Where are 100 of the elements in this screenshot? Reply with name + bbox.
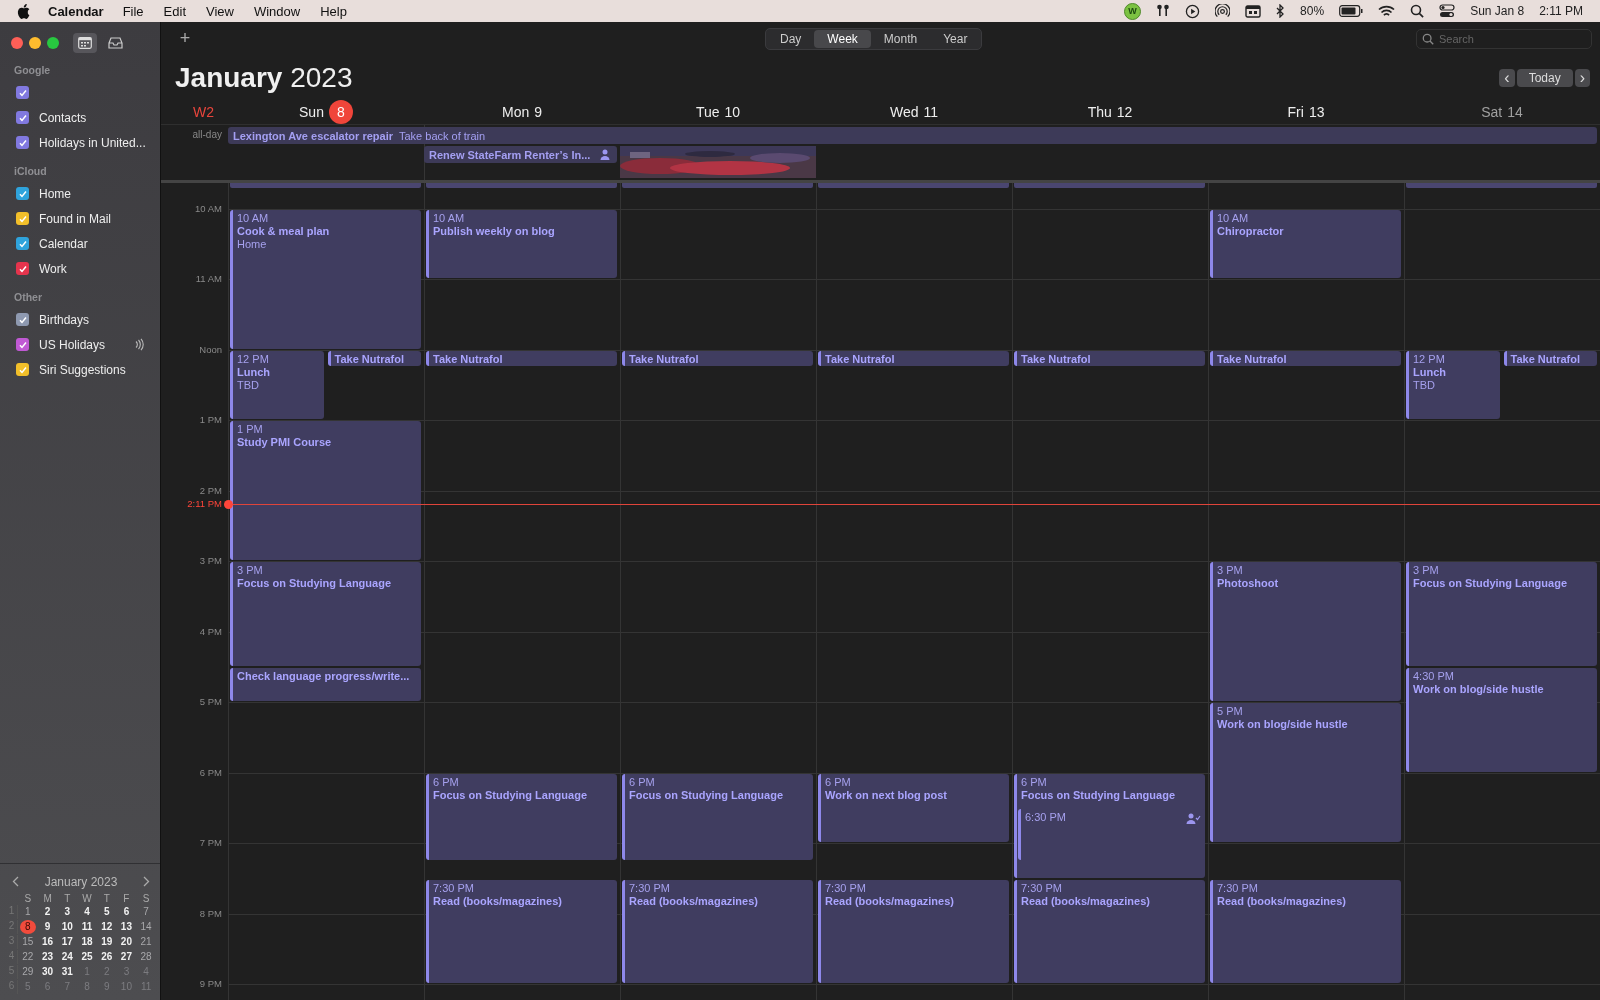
mini-calendar-day[interactable]: 6 (118, 905, 135, 919)
mini-calendar-day[interactable]: 9 (39, 920, 56, 934)
calendar-checkbox[interactable] (16, 187, 29, 200)
menu-item[interactable]: File (122, 3, 144, 19)
calendar-checkbox[interactable] (16, 136, 29, 149)
play-icon[interactable] (1185, 3, 1201, 19)
previous-week-button[interactable]: ‹ (1499, 68, 1515, 87)
search-field[interactable]: Search (1416, 28, 1592, 49)
calendar-checkbox[interactable] (16, 262, 29, 275)
mini-calendar-day[interactable]: 5 (98, 905, 115, 919)
minimize-button[interactable] (29, 37, 41, 49)
calendar-name[interactable]: Calendar (39, 236, 88, 251)
mini-calendar-day[interactable]: 28 (138, 950, 155, 964)
mini-calendar-day[interactable]: 25 (79, 950, 95, 964)
menu-item[interactable]: Help (320, 3, 347, 19)
calendar-event[interactable]: 5 PM Work on blog/side hustle (1210, 703, 1401, 843)
mini-calendar-day[interactable]: 11 (79, 920, 95, 934)
calendar-event[interactable]: 6 PM Focus on Studying Language (426, 773, 617, 860)
close-button[interactable] (11, 37, 23, 49)
battery-icon[interactable] (1339, 5, 1364, 17)
menu-item[interactable]: Edit (163, 3, 186, 19)
search-icon[interactable] (1410, 4, 1425, 18)
bluetooth-icon[interactable] (1276, 4, 1286, 18)
calendar-event[interactable]: 12 PM Lunch TBD (1406, 350, 1500, 420)
view-tab[interactable]: Week (814, 30, 871, 48)
mini-calendar-day[interactable]: 12 (98, 920, 115, 934)
mini-calendar-day[interactable]: 1 (19, 905, 36, 919)
calendar-name[interactable]: Contacts (39, 110, 87, 125)
today-button[interactable]: Today (1516, 68, 1573, 87)
mini-calendar-day[interactable]: 20 (118, 935, 135, 949)
mini-calendar-day[interactable]: 30 (39, 965, 56, 979)
calendar-event[interactable]: 12 PM Lunch TBD (230, 350, 324, 420)
calendar-checkbox[interactable] (16, 86, 29, 99)
calendar-event[interactable]: 3 PM Focus on Studying Language (1406, 562, 1597, 667)
menu-item[interactable]: Window (253, 3, 301, 19)
calendar-checkbox[interactable] (16, 338, 29, 351)
next-week-button[interactable]: › (1574, 68, 1590, 87)
calendar-event[interactable]: Check language progress/write... (230, 668, 421, 702)
mini-calendar-day[interactable]: 14 (138, 920, 155, 934)
calendar-name[interactable]: US Holidays (39, 337, 106, 352)
calendar-event[interactable]: 10 AM Publish weekly on blog (426, 209, 617, 279)
view-tab[interactable]: Year (930, 30, 981, 48)
app-status-badge[interactable]: W (1124, 2, 1142, 20)
mini-calendar-day[interactable]: 31 (59, 965, 76, 979)
calendar-name[interactable]: Birthdays (39, 312, 90, 327)
calendars-toggle-button[interactable] (73, 33, 97, 53)
mini-calendar-day[interactable]: 22 (19, 950, 36, 964)
calendar-name[interactable]: Siri Suggestions (39, 362, 126, 377)
mini-calendar-day[interactable]: 15 (19, 935, 36, 949)
previous-month-button[interactable] (10, 874, 21, 889)
mini-calendar-day[interactable]: 18 (79, 935, 95, 949)
calendar-checkbox[interactable] (16, 237, 29, 250)
apple-logo-icon[interactable] (17, 3, 30, 19)
calendar-checkbox[interactable] (16, 363, 29, 376)
broadcast-icon[interactable] (1215, 3, 1231, 19)
view-tab[interactable]: Month (870, 30, 931, 48)
mini-calendar-day[interactable]: 3 (59, 905, 76, 919)
calendar-event[interactable]: 7:30 PM Read (books/magazines) (818, 879, 1009, 984)
calendar-name[interactable]: Found in Mail (39, 211, 112, 226)
mini-calendar-day[interactable]: 2 (39, 905, 56, 919)
calendar-event[interactable]: 1 PM Study PMI Course (230, 421, 421, 561)
earbuds-icon[interactable] (1156, 4, 1171, 18)
calendar-event[interactable]: 10 AM Chiropractor (1210, 209, 1401, 279)
mini-calendar-day[interactable]: 29 (19, 965, 36, 979)
mini-calendar-day[interactable]: 16 (39, 935, 56, 949)
calendar-event[interactable]: 7:30 PM Read (books/magazines) (426, 879, 617, 984)
mini-calendar-day[interactable]: 21 (138, 935, 155, 949)
calendar-name[interactable]: Holidays in United... (39, 135, 146, 150)
mini-calendar-day[interactable]: 19 (98, 935, 115, 949)
mini-calendar-day[interactable]: 13 (118, 920, 135, 934)
calendar-event[interactable]: 6 PM Work on next blog post (818, 773, 1009, 843)
window-icon[interactable] (1245, 4, 1262, 18)
calendar-name[interactable]: Home (39, 186, 71, 201)
calendar-checkbox[interactable] (16, 313, 29, 326)
calendar-event[interactable]: 7:30 PM Read (books/magazines) (1210, 879, 1401, 984)
mini-calendar-day[interactable]: 7 (138, 905, 155, 919)
calendar-event[interactable]: 3 PM Photoshoot (1210, 562, 1401, 702)
next-month-button[interactable] (141, 874, 152, 889)
menu-bar-clock[interactable]: 2:11 PM (1539, 4, 1583, 18)
mini-calendar-day[interactable]: 8 (19, 920, 36, 934)
calendar-event[interactable]: 6 PM Focus on Studying Language (622, 773, 813, 860)
mini-calendar-day[interactable]: 4 (79, 905, 95, 919)
calendar-checkbox[interactable] (16, 212, 29, 225)
menu-item[interactable]: View (206, 3, 234, 19)
mini-calendar-day[interactable]: 27 (118, 950, 135, 964)
calendar-event[interactable]: 10 AM Cook & meal plan Home (230, 209, 421, 349)
calendar-event[interactable]: 3 PM Focus on Studying Language (230, 562, 421, 667)
mini-calendar-day[interactable]: 17 (59, 935, 76, 949)
all-day-event[interactable]: Renew StateFarm Renter’s In... (424, 146, 617, 163)
control-center-icon[interactable] (1439, 4, 1456, 18)
calendar-name[interactable]: Work (39, 261, 67, 276)
add-event-button[interactable]: + (177, 28, 193, 49)
app-menu[interactable]: Calendar (48, 3, 104, 19)
zoom-button[interactable] (47, 37, 59, 49)
calendar-checkbox[interactable] (16, 111, 29, 124)
wifi-icon[interactable] (1378, 4, 1396, 18)
mini-calendar-day[interactable]: 26 (98, 950, 115, 964)
mini-calendar-day[interactable]: 23 (39, 950, 56, 964)
calendar-event[interactable]: 4:30 PM Work on blog/side hustle (1406, 668, 1597, 772)
menu-bar-date[interactable]: Sun Jan 8 (1470, 4, 1525, 18)
